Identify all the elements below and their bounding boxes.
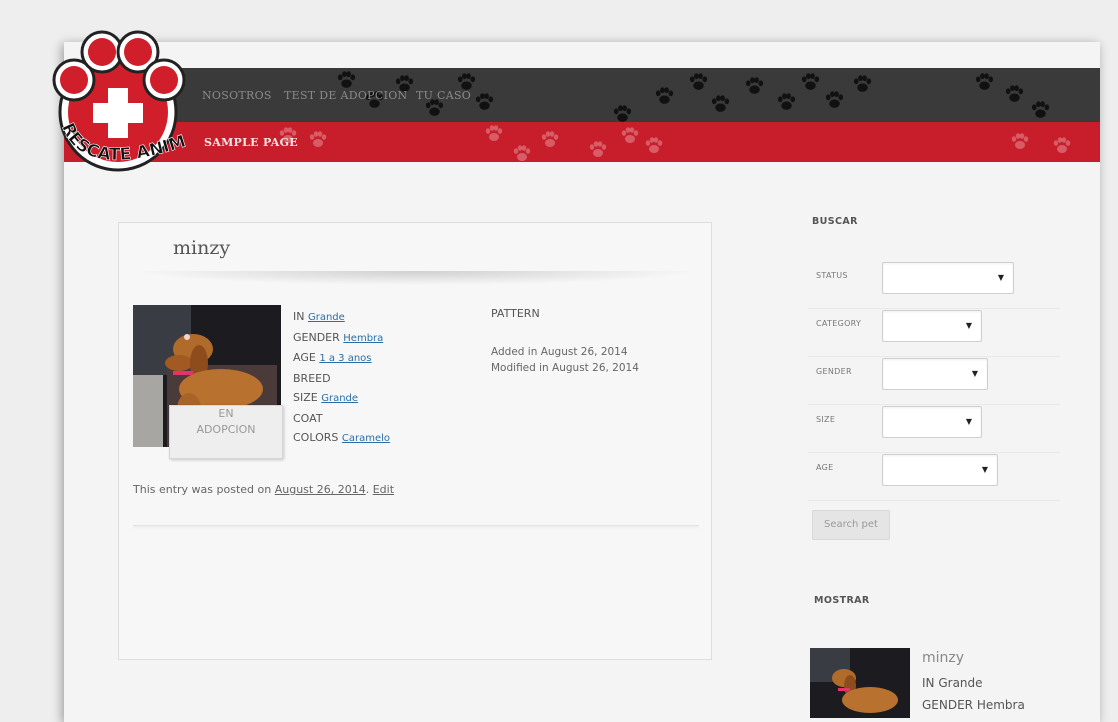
paw-print-icon <box>475 93 494 110</box>
paw-print-icon <box>309 131 327 147</box>
status-select[interactable]: ▼ <box>882 262 1014 294</box>
filter-status: STATUS ▼ <box>808 262 1060 309</box>
main-nav: NOSOTROS TEST DE ADOPCION TU CASO <box>64 68 1100 122</box>
chevron-down-icon: ▼ <box>997 273 1004 282</box>
detail-size-link[interactable]: Grande <box>321 393 358 404</box>
added-date: Added in August 26, 2014 <box>491 346 628 358</box>
detail-age: AGE 1 a 3 anos <box>293 351 372 364</box>
filter-size: SIZE ▼ <box>808 406 1060 453</box>
detail-in: IN Grande <box>293 310 345 323</box>
paw-print-icon <box>645 137 663 153</box>
listing-size: IN Grande <box>922 676 983 690</box>
gender-select[interactable]: ▼ <box>882 358 988 390</box>
detail-age-link[interactable]: 1 a 3 anos <box>319 353 371 364</box>
status-badge-line-2: ADOPCION <box>196 423 256 436</box>
paw-print-icon <box>513 145 531 161</box>
listing-gender: GENDER Hembra <box>922 698 1025 712</box>
filter-age: AGE ▼ <box>808 454 1060 501</box>
filter-status-label: STATUS <box>816 271 848 280</box>
paw-print-icon <box>1005 85 1024 102</box>
paw-print-icon <box>485 125 503 141</box>
modified-date: Modified in August 26, 2014 <box>491 362 639 374</box>
paw-print-icon <box>589 141 607 157</box>
edit-link[interactable]: Edit <box>373 483 394 496</box>
chevron-down-icon: ▼ <box>981 465 988 474</box>
paw-print-icon <box>745 77 764 94</box>
post-card: minzy EN ADOPCION IN Grande GENDER Hembr… <box>118 222 712 660</box>
detail-size: SIZE Grande <box>293 391 359 404</box>
paw-print-icon <box>613 105 632 122</box>
detail-colors: COLORS Caramelo <box>293 431 390 444</box>
paw-print-icon <box>1011 133 1029 149</box>
paw-print-icon <box>1031 101 1050 118</box>
listing-thumbnail[interactable] <box>810 648 910 718</box>
chevron-down-icon: ▼ <box>965 417 972 426</box>
entry-date-link[interactable]: August 26, 2014 <box>275 483 366 496</box>
detail-in-link[interactable]: Grande <box>308 312 345 323</box>
filter-category-label: CATEGORY <box>816 319 862 328</box>
filter-size-label: SIZE <box>816 415 836 424</box>
show-heading: MOSTRAR <box>814 595 870 606</box>
pattern-label: PATTERN <box>491 307 540 320</box>
status-badge-line-1: EN <box>218 407 234 420</box>
post-title[interactable]: minzy <box>173 237 230 259</box>
paw-print-icon <box>801 73 820 90</box>
filter-age-label: AGE <box>816 463 834 472</box>
pet-details: IN Grande GENDER Hembra AGE 1 a 3 anos B… <box>293 307 390 449</box>
paw-print-icon <box>621 127 639 143</box>
paw-print-icon <box>1053 137 1071 153</box>
age-select[interactable]: ▼ <box>882 454 998 486</box>
paw-print-icon <box>337 71 356 88</box>
detail-gender: GENDER Hembra <box>293 330 384 344</box>
paw-print-icon <box>541 131 559 147</box>
filter-category: CATEGORY ▼ <box>808 310 1060 357</box>
nav-item-tu-caso[interactable]: TU CASO <box>416 89 471 102</box>
nav-item-test-de-adopcion[interactable]: TEST DE ADOPCION <box>284 89 407 102</box>
nav-item-sample-page[interactable]: SAMPLE PAGE <box>204 136 298 149</box>
size-select[interactable]: ▼ <box>882 406 982 438</box>
filter-gender-label: GENDER <box>816 367 852 376</box>
listing-name[interactable]: minzy <box>922 650 964 666</box>
detail-colors-link[interactable]: Caramelo <box>342 433 390 444</box>
chevron-down-icon: ▼ <box>971 369 978 378</box>
status-badge: EN ADOPCION <box>169 405 283 459</box>
detail-gender-link[interactable]: Hembra <box>343 333 383 344</box>
detail-coat: COAT <box>293 411 323 425</box>
paw-print-icon <box>689 73 708 90</box>
paw-print-icon <box>975 73 994 90</box>
paw-print-icon <box>777 93 796 110</box>
category-select[interactable]: ▼ <box>882 310 982 342</box>
search-pet-button[interactable]: Search pet <box>812 510 890 540</box>
entry-meta: This entry was posted on August 26, 2014… <box>133 483 395 496</box>
rescate-animal-logo[interactable]: RESCATE ANIMAL <box>40 30 200 180</box>
sub-nav: SAMPLE PAGE <box>64 122 1100 162</box>
detail-breed: BREED <box>293 371 331 385</box>
search-heading: BUSCAR <box>812 216 858 227</box>
chevron-down-icon: ▼ <box>965 321 972 330</box>
entry-meta-prefix: This entry was posted on <box>133 483 272 496</box>
paw-print-icon <box>711 95 730 112</box>
filter-gender: GENDER ▼ <box>808 358 1060 405</box>
paw-print-icon <box>655 87 674 104</box>
nav-item-nosotros[interactable]: NOSOTROS <box>202 89 272 102</box>
paw-print-icon <box>853 75 872 92</box>
title-divider <box>133 271 699 285</box>
post-dates: PATTERN Added in August 26, 2014 Modifie… <box>491 307 639 374</box>
paw-print-icon <box>825 91 844 108</box>
card-divider <box>133 525 699 530</box>
